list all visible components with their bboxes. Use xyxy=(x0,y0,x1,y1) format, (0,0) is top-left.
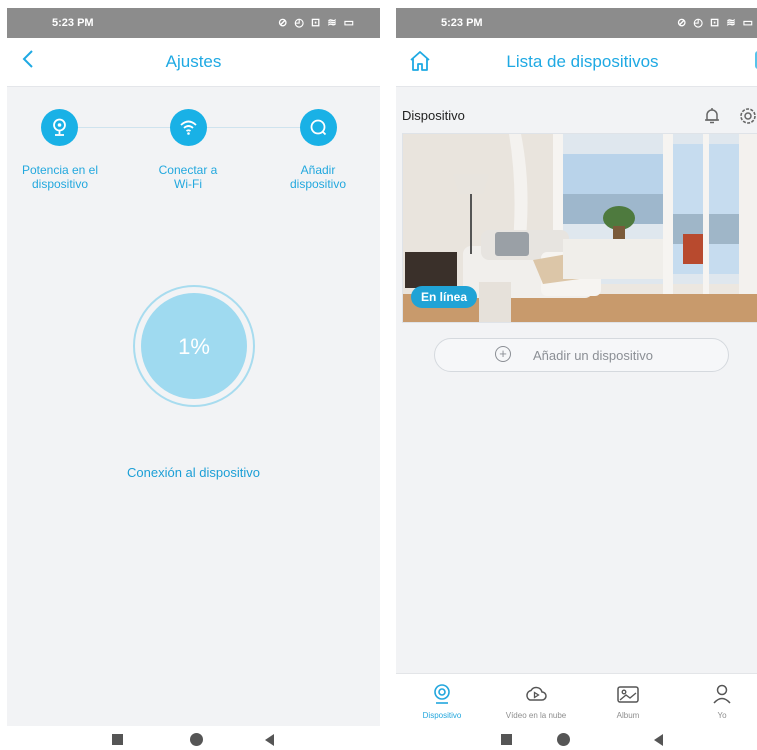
step-power-icon xyxy=(41,109,78,146)
page-title: Lista de dispositivos xyxy=(506,52,659,71)
nav-label: Album xyxy=(616,711,640,720)
step-label-add: Añadir dispositivo xyxy=(263,163,373,191)
step-label-line: Añadir xyxy=(300,163,336,177)
connection-status: Conexión al dispositivo xyxy=(127,465,260,480)
status-bar: 5:23 PM ⊘ ◴ ⊡ ≋ ▭ xyxy=(396,8,757,38)
nav-item-device[interactable]: Dispositivo xyxy=(402,674,482,726)
online-status-badge: En línea xyxy=(411,286,478,308)
status-bar: 5:23 PM ⊘ ◴ ⊡ ≋ ▭ xyxy=(7,8,380,38)
header: Ajustes xyxy=(7,38,380,87)
section-label: Dispositivo xyxy=(402,108,465,123)
status-icons: ⊘ ◴ ⊡ ≋ ▭ xyxy=(677,17,755,29)
recent-apps-icon[interactable] xyxy=(112,734,123,745)
bottom-navigation: Dispositivo Vídeo en la nube Album Yo xyxy=(396,673,757,726)
status-icons: ⊘ ◴ ⊡ ≋ ▭ xyxy=(278,17,356,29)
system-nav-right xyxy=(396,730,757,750)
device-thumbnail[interactable]: En línea xyxy=(402,133,757,323)
step-label-power: Potencia en el dispositivo xyxy=(7,163,115,191)
progress-percent: 1% xyxy=(178,334,210,359)
plus-icon: + xyxy=(495,346,511,362)
add-device-button[interactable]: + Añadir un dispositivo xyxy=(434,338,729,372)
home-button-icon[interactable] xyxy=(557,733,570,746)
step-label-line: dispositivo xyxy=(31,177,89,191)
setup-screen: 5:23 PM ⊘ ◴ ⊡ ≋ ▭ Ajustes Potencia en el… xyxy=(7,8,380,726)
album-icon xyxy=(617,686,639,703)
step-label-line: Wi-Fi xyxy=(174,177,202,191)
header: Lista de dispositivos ••• xyxy=(396,38,757,87)
step-label-line: dispositivo xyxy=(289,177,347,191)
status-time: 5:23 PM xyxy=(441,17,483,29)
step-label-line: Conectar a xyxy=(158,163,218,177)
person-icon xyxy=(713,684,731,704)
status-time: 5:23 PM xyxy=(52,17,94,29)
nav-item-cloud-video[interactable]: Vídeo en la nube xyxy=(496,674,576,726)
device-list-screen: 5:23 PM ⊘ ◴ ⊡ ≋ ▭ Lista de dispositivos … xyxy=(396,8,757,726)
nav-item-album[interactable]: Album xyxy=(588,674,668,726)
step-wifi-icon xyxy=(170,109,207,146)
back-button-icon[interactable] xyxy=(654,734,663,746)
recent-apps-icon[interactable] xyxy=(501,734,512,745)
progress-circle: 1% xyxy=(141,293,247,399)
bell-icon[interactable] xyxy=(702,106,722,131)
step-label-line: Potencia en el xyxy=(21,163,99,177)
home-button-icon[interactable] xyxy=(190,733,203,746)
step-search-icon xyxy=(300,109,337,146)
back-button-icon[interactable] xyxy=(265,734,274,746)
step-label-wifi: Conectar a Wi-Fi xyxy=(133,163,243,191)
nav-label: Vídeo en la nube xyxy=(505,711,567,720)
camera-icon xyxy=(434,684,450,704)
gear-icon[interactable] xyxy=(737,105,757,132)
page-title: Ajustes xyxy=(165,52,222,71)
nav-label: Dispositivo xyxy=(422,711,462,720)
add-device-label: Añadir un dispositivo xyxy=(533,348,653,363)
cloud-play-icon xyxy=(526,686,547,701)
system-nav-left xyxy=(7,730,380,750)
nav-label: Yo xyxy=(717,711,727,720)
nav-item-profile[interactable]: Yo xyxy=(682,674,757,726)
progress-ring: 1% xyxy=(133,285,255,407)
